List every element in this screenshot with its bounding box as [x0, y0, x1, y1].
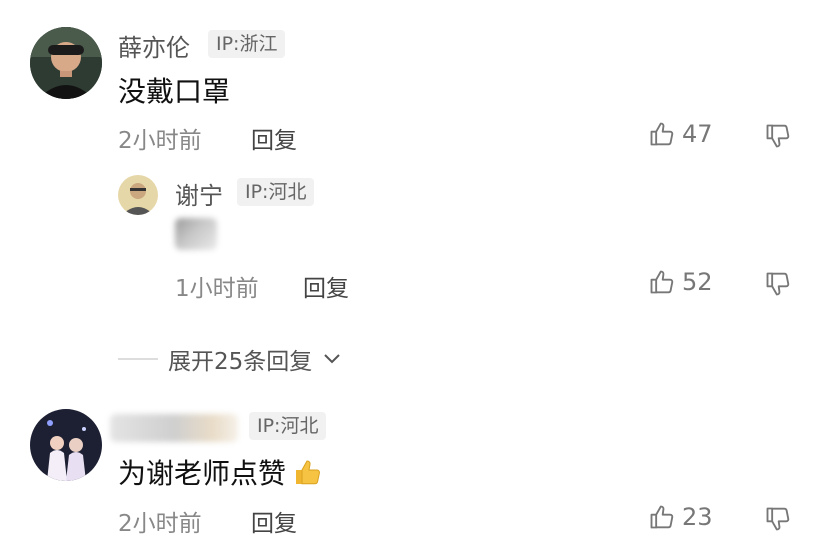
like-button[interactable]: 47	[648, 120, 713, 148]
timestamp: 2小时前	[118, 511, 202, 537]
like-count: 52	[682, 268, 713, 296]
thumbs-up-icon	[648, 503, 676, 531]
chevron-down-icon	[322, 352, 342, 366]
username[interactable]: 谢宁	[175, 176, 223, 211]
blurred-username	[110, 414, 238, 442]
avatar[interactable]	[30, 409, 102, 481]
comment-text-body: 为谢老师点赞	[118, 457, 287, 490]
reply-button[interactable]: 回复	[251, 121, 297, 155]
comment-text: 为谢老师点赞	[118, 452, 324, 492]
blurred-reply-text	[175, 218, 217, 250]
timestamp: 1小时前	[175, 276, 259, 302]
thumbs-up-emoji	[290, 455, 324, 489]
like-button[interactable]: 23	[648, 503, 713, 531]
timestamp: 2小时前	[118, 128, 202, 154]
ip-badge: IP:河北	[249, 412, 327, 440]
ip-badge: IP:浙江	[208, 30, 286, 58]
expand-replies-label: 展开25条回复	[168, 349, 313, 375]
thumbs-down-icon[interactable]	[764, 122, 792, 150]
comment-text: 没戴口罩	[118, 75, 231, 108]
thumbs-down-icon[interactable]	[764, 505, 792, 533]
expand-replies-button[interactable]: 展开25条回复	[118, 342, 342, 376]
like-button[interactable]: 52	[648, 268, 713, 296]
like-count: 23	[682, 503, 713, 531]
thumbs-up-icon	[648, 120, 676, 148]
divider	[118, 358, 158, 360]
avatar[interactable]	[118, 175, 158, 215]
reply-button[interactable]: 回复	[303, 269, 349, 303]
username[interactable]: 薛亦伦	[118, 28, 190, 63]
ip-badge: IP:河北	[237, 178, 315, 206]
like-count: 47	[682, 120, 713, 148]
thumbs-up-icon	[648, 268, 676, 296]
thumbs-down-icon[interactable]	[764, 270, 792, 298]
avatar[interactable]	[30, 27, 102, 99]
reply-button[interactable]: 回复	[251, 504, 297, 538]
